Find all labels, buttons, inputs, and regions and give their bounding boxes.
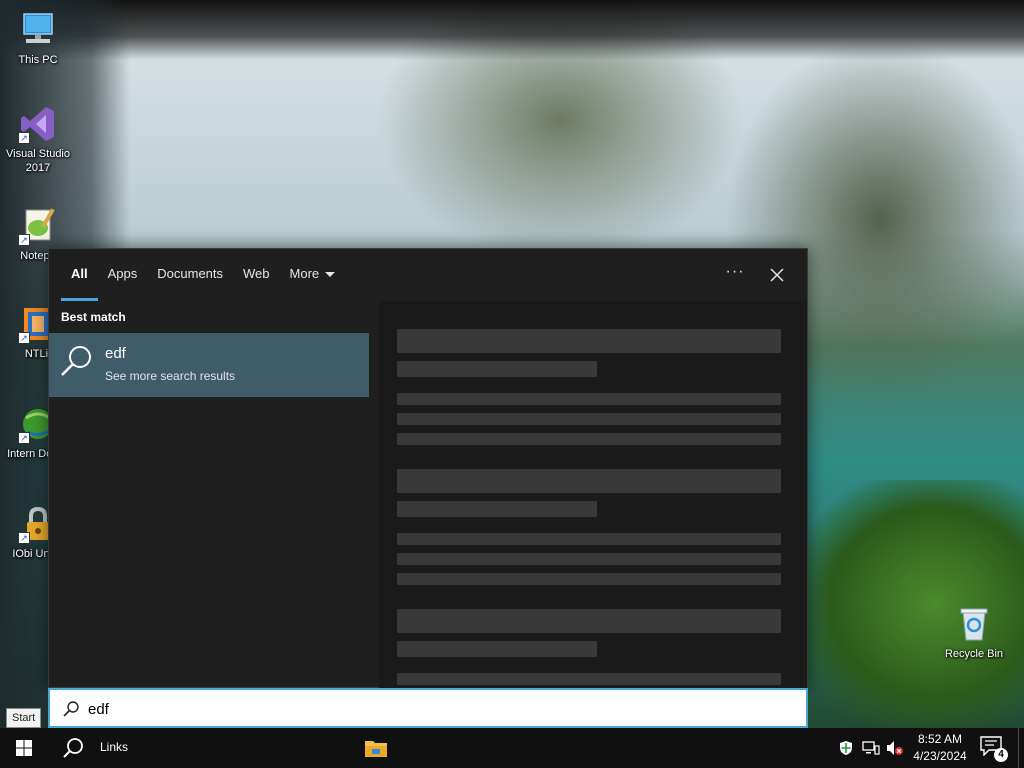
desktop-icon-this-pc[interactable]: This PC: [0, 10, 76, 67]
result-title: edf: [105, 345, 126, 362]
desktop-icon-recycle-bin[interactable]: Recycle Bin: [936, 604, 1012, 661]
result-preview-loading: [379, 301, 807, 689]
desktop-icon-visual-studio[interactable]: ↗ Visual Studio 2017: [0, 104, 76, 175]
taskbar-search-button[interactable]: [50, 728, 94, 768]
search-flyout: All Apps Documents Web More ··· Best mat…: [48, 248, 809, 689]
skeleton-bar: [397, 533, 781, 545]
search-icon: [63, 738, 83, 758]
search-input[interactable]: [88, 698, 788, 720]
search-icon: [63, 701, 79, 717]
action-center-button[interactable]: 4: [980, 736, 1010, 762]
windows-logo-icon: [16, 740, 32, 756]
skeleton-bar: [397, 553, 781, 565]
tab-label: Web: [243, 266, 270, 281]
taskbar-clock[interactable]: 8:52 AM 4/23/2024: [908, 731, 972, 765]
desktop-icon-label: This PC: [18, 54, 58, 66]
shortcut-arrow-icon: ↗: [18, 432, 30, 444]
network-icon[interactable]: [862, 740, 880, 756]
shortcut-arrow-icon: ↗: [18, 332, 30, 344]
result-subtitle: See more search results: [105, 369, 236, 383]
tab-documents[interactable]: Documents: [147, 249, 233, 301]
tab-apps[interactable]: Apps: [98, 249, 148, 301]
best-match-heading: Best match: [61, 310, 126, 324]
folder-icon: [365, 741, 387, 757]
taskbar: Links 8:52 AM 4/23/2024 4: [0, 728, 1024, 768]
more-options-button[interactable]: ···: [723, 263, 747, 287]
start-tooltip: Start: [6, 708, 42, 728]
file-explorer-button[interactable]: [356, 728, 396, 768]
skeleton-bar: [397, 641, 597, 657]
skeleton-bar: [397, 609, 781, 633]
chevron-down-icon: [325, 272, 336, 278]
tab-web[interactable]: Web: [233, 249, 280, 301]
skeleton-bar: [397, 393, 781, 405]
close-icon: [770, 268, 784, 282]
best-match-result[interactable]: edf See more search results: [49, 333, 369, 397]
tab-all[interactable]: All: [61, 249, 98, 301]
skeleton-bar: [397, 501, 597, 517]
tab-label: Documents: [157, 266, 224, 281]
desktop-icon-label: Visual Studio 2017: [5, 148, 70, 174]
notepad-plus-icon: ↗: [18, 206, 58, 246]
search-box[interactable]: [48, 688, 808, 728]
tab-label: All: [71, 266, 88, 281]
notification-count-badge: 4: [994, 748, 1008, 762]
skeleton-bar: [397, 469, 781, 493]
search-results-list: Best match edf See more search results: [49, 301, 371, 689]
desktop-icon-label: Recycle Bin: [944, 648, 1004, 660]
close-button[interactable]: [763, 261, 791, 289]
shortcut-arrow-icon: ↗: [18, 532, 30, 544]
tab-label: Apps: [107, 266, 138, 281]
skeleton-bar: [397, 361, 597, 377]
visual-studio-icon: ↗: [18, 104, 58, 144]
search-icon: [61, 346, 91, 376]
start-button[interactable]: [0, 728, 48, 768]
skeleton-bar: [397, 673, 781, 685]
skeleton-bar: [397, 413, 781, 425]
clock-time: 8:52 AM: [917, 732, 963, 746]
tab-label: More: [289, 266, 320, 281]
recycle-bin-icon: [954, 604, 994, 644]
skeleton-bar: [397, 433, 781, 445]
search-filter-tabs: All Apps Documents Web More: [49, 249, 809, 301]
volume-muted-icon[interactable]: [886, 740, 904, 756]
wallpaper-cave-top: [0, 0, 1024, 60]
security-shield-icon[interactable]: [838, 740, 854, 756]
show-desktop-button[interactable]: [1018, 728, 1024, 768]
shortcut-arrow-icon: ↗: [18, 132, 30, 144]
skeleton-bar: [397, 329, 781, 353]
tab-more[interactable]: More: [280, 249, 346, 301]
computer-icon: [18, 10, 58, 50]
skeleton-bar: [397, 573, 781, 585]
shortcut-arrow-icon: ↗: [18, 234, 30, 246]
clock-date: 4/23/2024: [913, 749, 967, 763]
links-toolbar[interactable]: Links: [100, 740, 128, 754]
